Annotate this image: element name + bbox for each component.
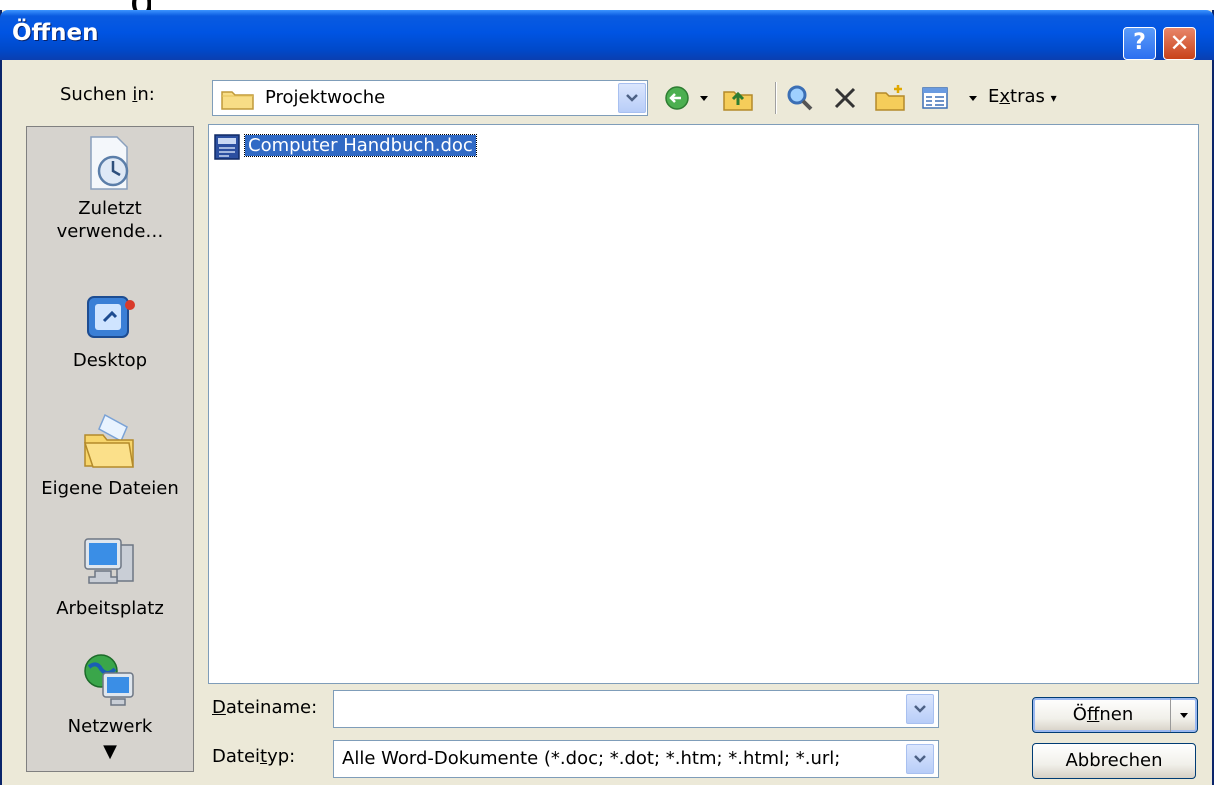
views-dropdown-icon[interactable] xyxy=(968,95,978,103)
place-label: Eigene Dateien xyxy=(41,478,179,499)
my-computer-icon xyxy=(84,538,134,584)
place-desktop[interactable]: Desktop xyxy=(27,291,193,372)
look-in-label: Suchen in: xyxy=(60,84,155,105)
place-label: Netzwerk xyxy=(67,716,153,737)
new-folder-button[interactable] xyxy=(874,83,905,113)
open-button-label: Öffnen xyxy=(1072,704,1134,725)
places-bar: Zuletzt verwende… Desktop Eigene Dateien… xyxy=(26,126,194,772)
desktop-icon xyxy=(87,296,135,338)
place-network[interactable]: Netzwerk xyxy=(27,651,193,738)
filename-dropdown-arrow[interactable] xyxy=(906,694,934,724)
top-cut-text: g xyxy=(0,0,1214,10)
chevron-down-icon xyxy=(914,755,926,763)
look-in-dropdown-arrow[interactable] xyxy=(618,83,646,113)
search-web-button[interactable] xyxy=(785,83,815,113)
place-label-line1: Zuletzt xyxy=(78,198,142,219)
chevron-down-icon xyxy=(914,705,926,713)
look-in-dropdown[interactable]: Projektwoche xyxy=(212,80,648,116)
extras-menu[interactable]: Extras ▾ xyxy=(988,86,1057,107)
file-name[interactable]: Computer Handbuch.doc xyxy=(244,134,477,157)
place-my-documents[interactable]: Eigene Dateien xyxy=(27,411,193,500)
word-doc-icon xyxy=(214,134,240,160)
places-scroll-down-icon[interactable]: ▼ xyxy=(27,741,193,762)
close-button[interactable]: ✕ xyxy=(1163,27,1196,60)
open-options-dropdown[interactable] xyxy=(1170,698,1197,732)
filetype-select[interactable]: Alle Word-Dokumente (*.doc; *.dot; *.htm… xyxy=(333,740,939,778)
back-button[interactable] xyxy=(662,83,692,113)
place-label: Desktop xyxy=(72,350,148,371)
chevron-down-icon xyxy=(1180,713,1188,718)
place-label: Arbeitsplatz xyxy=(56,598,164,619)
file-list[interactable]: Computer Handbuch.doc xyxy=(208,124,1199,684)
recent-icon xyxy=(90,136,129,190)
help-button[interactable]: ? xyxy=(1123,27,1156,60)
delete-icon xyxy=(834,87,856,109)
search-web-icon xyxy=(787,85,813,111)
filetype-dropdown-arrow[interactable] xyxy=(906,744,934,774)
filetype-value: Alle Word-Dokumente (*.doc; *.dot; *.htm… xyxy=(342,748,841,769)
delete-button[interactable] xyxy=(830,83,860,113)
folder-icon xyxy=(221,91,254,110)
new-folder-icon xyxy=(875,85,905,111)
filename-label: Dateiname: xyxy=(212,697,318,718)
network-icon xyxy=(84,654,134,706)
back-dropdown-icon[interactable] xyxy=(699,95,709,103)
place-label-line2: verwende… xyxy=(56,221,164,242)
views-button[interactable] xyxy=(920,83,950,113)
place-my-computer[interactable]: Arbeitsplatz xyxy=(27,535,193,620)
place-recent[interactable]: Zuletzt verwende… xyxy=(27,135,193,243)
up-folder-icon xyxy=(723,91,753,111)
cancel-button[interactable]: Abbrechen xyxy=(1032,743,1196,779)
my-documents-icon xyxy=(83,413,134,468)
views-icon xyxy=(922,87,948,109)
back-icon xyxy=(665,86,689,110)
filetype-label: Dateityp: xyxy=(212,746,296,767)
title-bar[interactable]: Öffnen ? ✕ xyxy=(0,10,1214,60)
toolbar-separator xyxy=(775,82,777,114)
filename-input[interactable] xyxy=(333,690,939,728)
chevron-down-icon xyxy=(626,94,638,102)
chevron-down-icon: ▾ xyxy=(1050,91,1057,105)
dialog-title: Öffnen xyxy=(12,20,99,46)
up-folder-button[interactable] xyxy=(722,83,753,113)
look-in-value: Projektwoche xyxy=(265,87,386,108)
open-button[interactable]: Öffnen xyxy=(1032,697,1198,733)
